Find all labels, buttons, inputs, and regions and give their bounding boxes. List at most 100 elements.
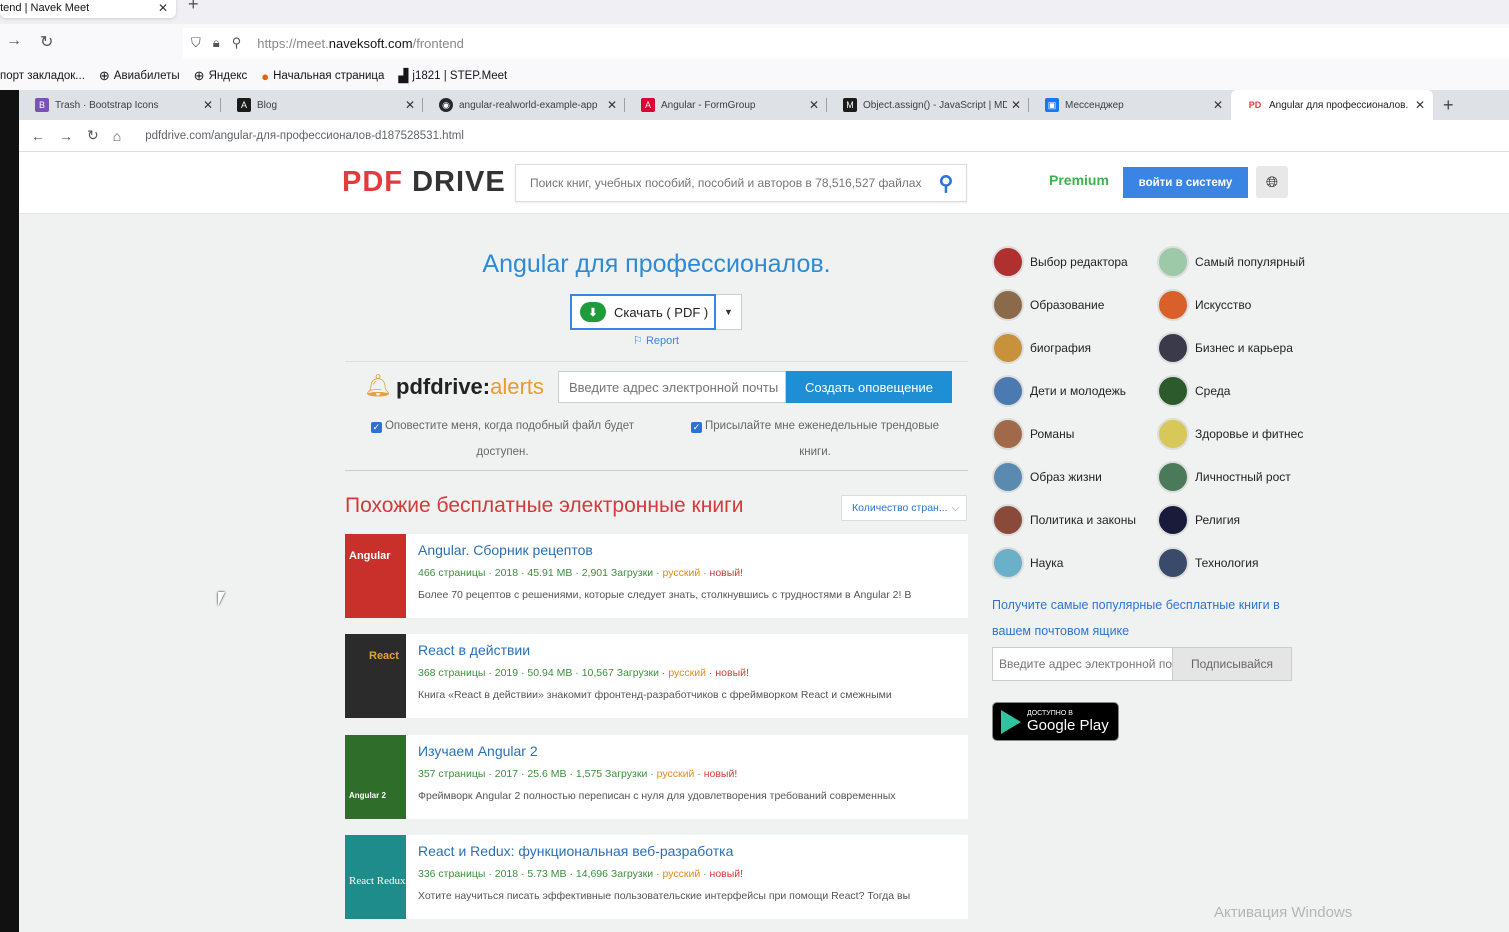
google-play-big: Google Play xyxy=(1027,716,1109,734)
inner-tab[interactable]: B Trash · Bootstrap Icons ✕ xyxy=(19,90,221,120)
book-link[interactable]: React в действии xyxy=(418,642,968,658)
inner-tab[interactable]: A Angular - FormGroup ✕ xyxy=(625,90,827,120)
sort-select[interactable]: Количество стран... ⌵ xyxy=(841,495,967,521)
inner-url[interactable]: pdfdrive.com/angular-для-профессионалов-… xyxy=(145,130,464,142)
search-input[interactable] xyxy=(516,165,926,201)
inner-nav-bar: ← → ↻ ⌂ pdfdrive.com/angular-для-професс… xyxy=(19,120,1509,152)
book-cover[interactable]: React xyxy=(345,634,406,718)
category-science[interactable]: Наука xyxy=(992,547,1063,579)
premium-link[interactable]: Premium xyxy=(1049,172,1109,188)
outer-url[interactable]: https://meet.naveksoft.com/frontend xyxy=(257,36,464,51)
book-link[interactable]: Angular. Сборник рецептов xyxy=(418,542,968,558)
bookmark-import[interactable]: порт закладок... xyxy=(0,70,85,82)
pdfdrive-logo[interactable]: PDF DRIVE xyxy=(342,166,506,199)
forward-icon[interactable]: → xyxy=(6,32,22,50)
bookmark-yandex[interactable]: ⊕ Яндекс xyxy=(194,68,248,84)
login-button[interactable]: войти в систему xyxy=(1123,167,1248,198)
book-card[interactable]: Angular Angular. Сборник рецептов 466 ст… xyxy=(345,534,968,618)
chevron-down-icon[interactable]: ▼ xyxy=(716,294,742,330)
meta-new: новый! xyxy=(709,567,744,579)
bell-icon: 🔔︎ xyxy=(364,373,392,398)
bookmark-home[interactable]: ● Начальная страница xyxy=(261,69,384,84)
book-link[interactable]: Изучаем Angular 2 xyxy=(418,743,968,759)
book-info: Изучаем Angular 2 357 страницы · 2017 · … xyxy=(406,735,968,819)
create-alert-button[interactable]: Создать оповещение xyxy=(786,371,952,403)
category-icon xyxy=(992,418,1024,450)
category-lifestyle[interactable]: Образ жизни xyxy=(992,461,1102,493)
category-editors-choice[interactable]: Выбор редактора xyxy=(992,246,1128,278)
category-education[interactable]: Образование xyxy=(992,289,1104,321)
alert-email-input[interactable] xyxy=(558,371,786,403)
close-icon[interactable]: ✕ xyxy=(1415,98,1425,112)
close-icon[interactable]: ✕ xyxy=(809,98,819,112)
reload-icon[interactable]: ↻ xyxy=(87,127,99,144)
book-cover[interactable]: Angular 2 xyxy=(345,735,406,819)
permissions-icon[interactable]: ⚲ xyxy=(232,35,242,51)
close-icon[interactable]: ✕ xyxy=(1213,98,1223,112)
alerts-logo-main: pdfdrive: xyxy=(396,374,491,399)
inner-tab-active[interactable]: PD Angular для профессионалов. ✕ xyxy=(1231,90,1433,120)
category-health[interactable]: Здоровье и фитнес xyxy=(1157,418,1303,450)
category-biography[interactable]: биография xyxy=(992,332,1091,364)
category-politics[interactable]: Политика и законы xyxy=(992,504,1136,536)
google-play-small: ДОСТУПНО В xyxy=(1027,709,1073,717)
new-tab-icon[interactable]: + xyxy=(188,0,199,15)
download-button[interactable]: ⬇ Скачать ( PDF ) xyxy=(570,294,716,330)
report-link[interactable]: ⚐ Report xyxy=(633,334,679,347)
category-art[interactable]: Искусство xyxy=(1157,289,1251,321)
book-link[interactable]: React и Redux: функциональная веб-разраб… xyxy=(418,843,968,859)
category-technology[interactable]: Технология xyxy=(1157,547,1259,579)
weekly-trending-checkbox[interactable]: ✓ Присылайте мне еженедельные трендовые к… xyxy=(680,413,950,465)
category-label: Романы xyxy=(1030,427,1075,441)
checkbox-checked-icon[interactable]: ✓ xyxy=(370,422,382,433)
lock-icon[interactable]: 🔒︎ xyxy=(213,35,220,51)
subscribe-button[interactable]: Подписывайся xyxy=(1173,647,1292,681)
url-prefix: https://meet. xyxy=(257,35,329,51)
close-icon[interactable]: ✕ xyxy=(203,98,213,112)
book-card[interactable]: React Redux React и Redux: функциональна… xyxy=(345,835,968,919)
category-religion[interactable]: Религия xyxy=(1157,504,1240,536)
close-icon[interactable]: ✕ xyxy=(607,98,617,112)
search-box: ⚲ xyxy=(515,164,967,202)
search-icon[interactable]: ⚲ xyxy=(926,171,966,196)
cloud-download-icon: ⬇ xyxy=(580,302,606,322)
close-icon[interactable]: ✕ xyxy=(405,98,415,112)
inner-tab[interactable]: A Blog ✕ xyxy=(221,90,423,120)
checkbox-checked-icon[interactable]: ✓ xyxy=(691,422,702,433)
back-icon[interactable]: ← xyxy=(31,128,45,144)
cover-text: Angular 2 xyxy=(349,791,386,800)
book-cover[interactable]: Angular xyxy=(345,534,406,618)
category-personal-growth[interactable]: Личностный рост xyxy=(1157,461,1291,493)
outer-url-bar[interactable]: ⛉ 🔒︎ ⚲ https://meet.naveksoft.com/fronte… xyxy=(183,28,1509,58)
book-card[interactable]: React React в действии 368 страницы · 20… xyxy=(345,634,968,718)
category-kids[interactable]: Дети и молодежь xyxy=(992,375,1126,407)
category-novels[interactable]: Романы xyxy=(992,418,1074,450)
home-icon[interactable]: ⌂ xyxy=(113,128,121,144)
close-icon[interactable]: ✕ xyxy=(1011,98,1021,112)
cover-text: React xyxy=(369,650,399,662)
category-environment[interactable]: Среда xyxy=(1157,375,1230,407)
newsletter-email-input[interactable] xyxy=(992,647,1173,681)
reload-icon[interactable]: ↻ xyxy=(40,32,53,52)
checkbox-label: Оповестите меня, когда подобный файл буд… xyxy=(384,420,635,458)
category-icon xyxy=(992,332,1024,364)
inner-tab[interactable]: ▣ Мессенджер ✕ xyxy=(1029,90,1231,120)
inner-tab[interactable]: ◉ angular-realworld-example-app ✕ xyxy=(423,90,625,120)
meta-language: русский xyxy=(668,667,707,679)
book-card[interactable]: Angular 2 Изучаем Angular 2 357 страницы… xyxy=(345,735,968,819)
bookmark-step-meet[interactable]: ▟ j1821 | STEP.Meet xyxy=(398,68,507,84)
google-play-badge[interactable]: ДОСТУПНО В Google Play xyxy=(992,702,1119,741)
forward-icon[interactable]: → xyxy=(59,128,73,144)
book-cover[interactable]: React Redux xyxy=(345,835,406,919)
close-icon[interactable]: ✕ xyxy=(158,0,168,15)
category-most-popular[interactable]: Самый популярный xyxy=(1157,246,1305,278)
bookmark-aviabilety[interactable]: ⊕ Авиабилеты xyxy=(99,68,180,84)
notify-similar-checkbox[interactable]: ✓ Оповестите меня, когда подобный файл бу… xyxy=(360,413,645,465)
book-meta: 336 страницы · 2018 · 5.73 MB · 14,696 З… xyxy=(418,868,744,880)
category-business[interactable]: Бизнес и карьера xyxy=(1157,332,1293,364)
globe-icon[interactable]: 🌐︎ xyxy=(1256,166,1288,198)
shield-icon[interactable]: ⛉ xyxy=(191,35,201,51)
outer-tab-active[interactable]: ntend | Navek Meet ✕ xyxy=(0,0,176,18)
inner-tab[interactable]: M Object.assign() - JavaScript | MD ✕ xyxy=(827,90,1029,120)
new-tab-icon[interactable]: + xyxy=(1443,90,1454,120)
